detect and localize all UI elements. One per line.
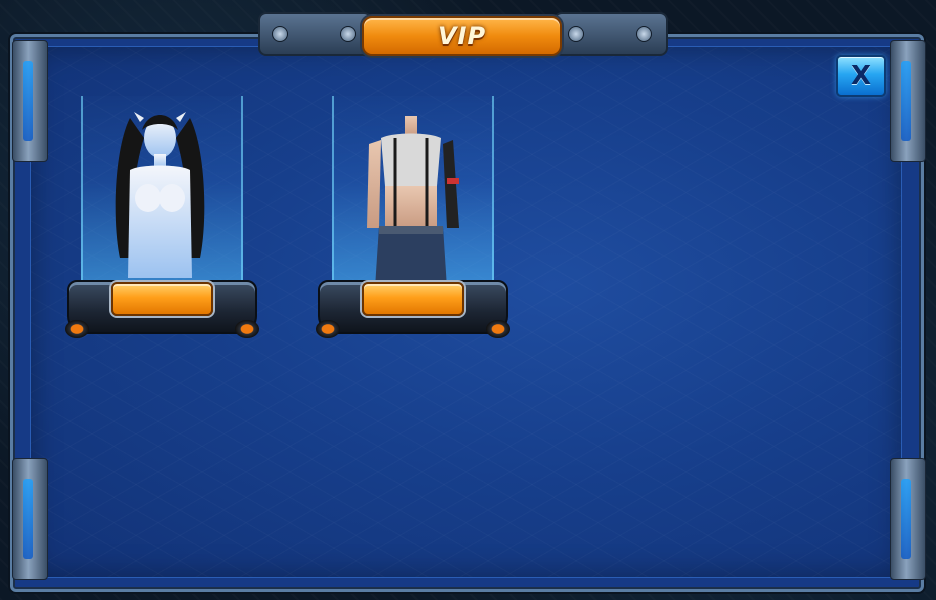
frame-corner-top-right bbox=[890, 40, 926, 162]
close-button[interactable]: X bbox=[836, 55, 886, 97]
header-ornament-left bbox=[258, 12, 372, 56]
bolt-icon bbox=[272, 26, 288, 42]
frame-corner-top-left bbox=[12, 40, 48, 162]
bolt-icon bbox=[340, 26, 356, 42]
bolt-icon bbox=[636, 26, 652, 42]
dialog-title: VIP bbox=[437, 22, 487, 50]
bolt-icon bbox=[568, 26, 584, 42]
item-card-2[interactable] bbox=[316, 96, 510, 338]
close-icon: X bbox=[850, 61, 872, 91]
outfit-figure-crop-top bbox=[367, 116, 459, 288]
item-action-button[interactable] bbox=[111, 282, 213, 316]
frame-corner-bottom-right bbox=[890, 458, 926, 580]
avatar-figure-white-hair bbox=[115, 112, 205, 278]
header-ornament-right bbox=[554, 12, 668, 56]
item-action-button[interactable] bbox=[362, 282, 464, 316]
title-plate: VIP bbox=[362, 16, 562, 56]
item-card-1[interactable] bbox=[65, 96, 259, 338]
frame-corner-bottom-left bbox=[12, 458, 48, 580]
